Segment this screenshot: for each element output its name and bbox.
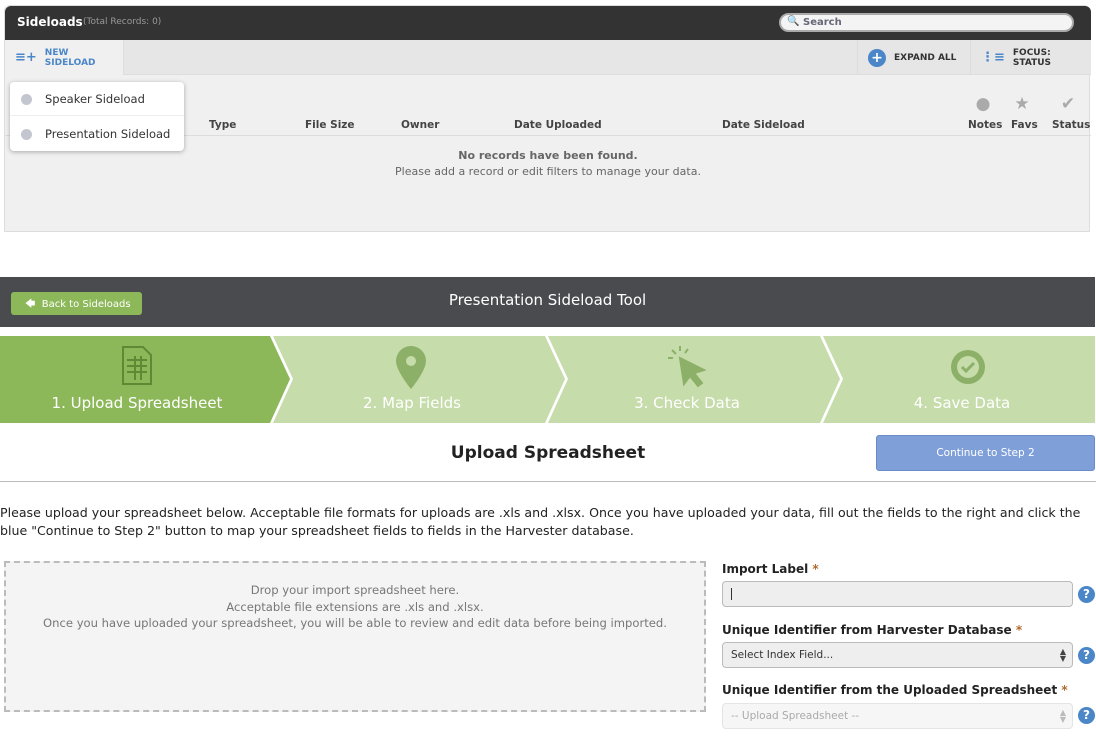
menu-item-label: Speaker Sideload: [45, 92, 145, 106]
col-file-size[interactable]: File Size: [305, 119, 355, 131]
divider: [0, 481, 1096, 482]
step-4-label[interactable]: 4. Save Data: [825, 394, 1096, 412]
instructions: Please upload your spreadsheet below. Ac…: [0, 505, 1081, 538]
back-to-sideloads-button[interactable]: 🡄 Back to Sideloads: [11, 292, 142, 315]
col-status[interactable]: Status: [1052, 119, 1090, 131]
gear-check-icon: [951, 350, 985, 384]
col-owner[interactable]: Owner: [401, 119, 439, 131]
expand-all-button[interactable]: + EXPAND ALL: [857, 40, 971, 75]
check-circle-icon: ✔: [1060, 94, 1076, 114]
import-label-input[interactable]: [722, 581, 1073, 607]
label-text: Import Label: [722, 562, 809, 576]
spreadsheet-identifier-label: Unique Identifier from the Uploaded Spre…: [722, 683, 1068, 697]
drop-line-3: Once you have uploaded your spreadsheet,…: [43, 616, 667, 630]
list-icon: ⋮≡: [981, 50, 1005, 65]
focus-status-button[interactable]: ⋮≡ FOCUS: STATUS: [971, 40, 1091, 75]
help-icon[interactable]: ?: [1078, 647, 1095, 664]
list-add-icon: ≡+: [15, 50, 37, 65]
sideloads-header: Sideloads (Total Records: 0) 🔍 Search: [5, 6, 1091, 40]
menu-item-speaker-sideload[interactable]: Speaker Sideload: [10, 82, 184, 116]
expand-label: EXPAND ALL: [894, 52, 957, 63]
spreadsheet-identifier-select[interactable]: -- Upload Spreadsheet -- ▲ ▼: [722, 703, 1073, 729]
help-icon[interactable]: ?: [1078, 707, 1095, 724]
empty-subtitle: Please add a record or edit filters to m…: [395, 165, 701, 178]
required-marker: *: [812, 562, 819, 576]
menu-item-presentation-sideload[interactable]: Presentation Sideload: [10, 117, 184, 151]
select-value: Select Index Field...: [731, 649, 834, 661]
step-2-label[interactable]: 2. Map Fields: [275, 394, 549, 412]
new-sideload-menu: Speaker Sideload Presentation Sideload: [10, 82, 184, 151]
col-date-uploaded[interactable]: Date Uploaded: [514, 119, 602, 131]
help-icon[interactable]: ?: [1078, 586, 1095, 603]
col-date-sideload[interactable]: Date Sideload: [722, 119, 805, 131]
harvester-identifier-select[interactable]: Select Index Field... ▲ ▼: [722, 642, 1073, 668]
plus-circle-icon: +: [868, 48, 886, 67]
star-icon: ★: [1014, 94, 1030, 114]
search-input[interactable]: 🔍 Search: [779, 13, 1074, 32]
focus-label: FOCUS: STATUS: [1012, 47, 1052, 68]
select-value: -- Upload Spreadsheet --: [731, 710, 860, 722]
file-drop-zone[interactable]: Drop your import spreadsheet here. Accep…: [4, 561, 706, 712]
search-placeholder: Search: [803, 17, 842, 28]
tool-header: Presentation Sideload Tool 🡄 Back to Sid…: [0, 277, 1095, 327]
select-arrows-icon: ▲ ▼: [1059, 708, 1066, 724]
drop-line-1: Drop your import spreadsheet here.: [250, 583, 460, 597]
total-records: (Total Records: 0): [83, 17, 162, 27]
label-text: Unique Identifier from Harvester Databas…: [722, 623, 1012, 637]
label-text: Unique Identifier from the Uploaded Spre…: [722, 683, 1058, 697]
harvester-identifier-label: Unique Identifier from Harvester Databas…: [722, 623, 1022, 637]
arrow-left-icon: 🡄: [25, 299, 36, 310]
toolbar: ≡+ NEW SIDELOAD + EXPAND ALL ⋮≡ FOCUS: STAT…: [5, 40, 1091, 75]
new-sideload-label: NEW SIDELOAD: [44, 47, 96, 68]
drop-line-2: Acceptable file extensions are .xls and …: [226, 599, 484, 614]
col-favs[interactable]: Favs: [1011, 119, 1038, 131]
import-label-label: Import Label *: [722, 562, 819, 576]
new-sideload-button[interactable]: ≡+ NEW SIDELOAD: [5, 40, 124, 75]
menu-item-label: Presentation Sideload: [45, 127, 171, 141]
notes-icon: ●: [975, 94, 991, 114]
radio-icon: [21, 129, 32, 140]
back-label: Back to Sideloads: [41, 299, 131, 310]
select-arrows-icon: ▲ ▼: [1059, 647, 1066, 663]
radio-icon: [21, 94, 32, 105]
panel-title: Sideloads: [17, 15, 83, 29]
col-notes[interactable]: Notes: [968, 119, 1002, 131]
col-type[interactable]: Type: [209, 119, 236, 131]
tool-title: Presentation Sideload Tool: [448, 291, 647, 309]
required-marker: *: [1061, 683, 1068, 697]
search-icon: 🔍: [787, 16, 800, 27]
required-marker: *: [1015, 623, 1023, 637]
continue-to-step-2-button[interactable]: Continue to Step 2: [876, 435, 1095, 471]
step-3-label[interactable]: 3. Check Data: [550, 394, 824, 412]
step-1-label[interactable]: 1. Upload Spreadsheet: [0, 394, 274, 412]
